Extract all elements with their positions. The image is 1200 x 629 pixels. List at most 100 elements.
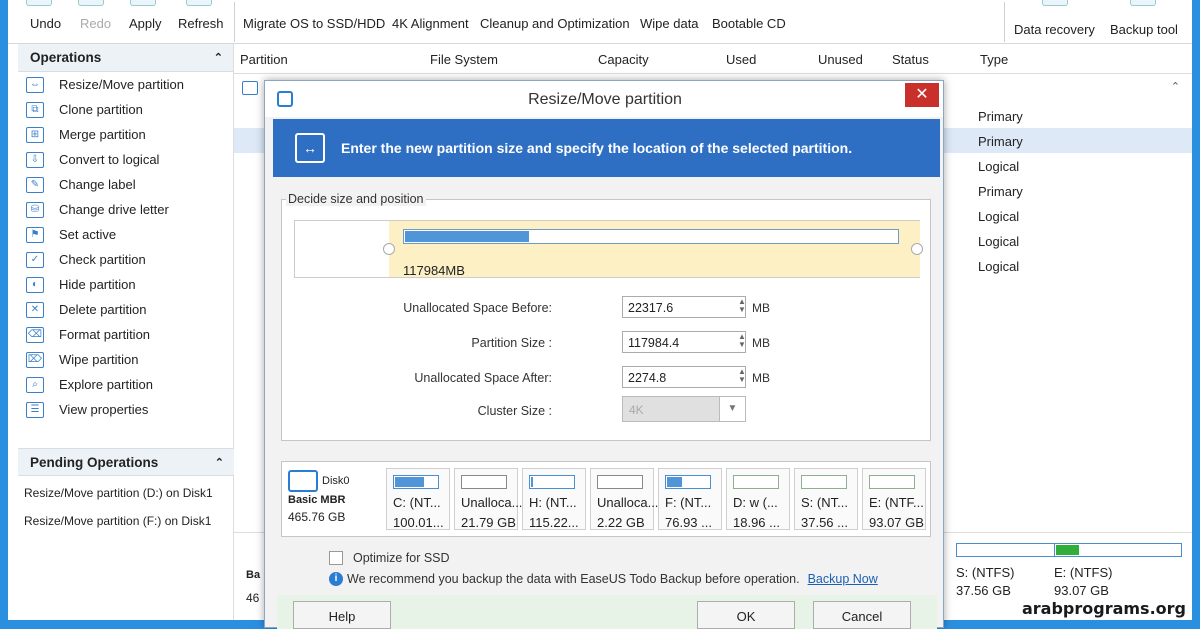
partition-block[interactable]: H: (NT... 115.22... — [522, 468, 586, 530]
group-label: Decide size and position — [286, 192, 426, 206]
label-icon: ✎ — [26, 176, 44, 193]
operation-label: Set active — [59, 227, 117, 242]
pending-item[interactable]: Resize/Move partition (D:) on Disk1 — [18, 482, 234, 504]
unallocated-block[interactable]: Unalloca... 21.79 GB — [454, 468, 522, 530]
disk-kind: Basic MBR — [288, 494, 346, 506]
partition-size: 37.56 ... — [801, 515, 848, 530]
pending-header[interactable]: Pending Operations ⌃ — [18, 448, 234, 476]
partition-size: 115.22... — [529, 515, 579, 530]
dialog-titlebar: Resize/Move partition ✕ — [265, 81, 943, 117]
partition-label: Unalloca... — [461, 495, 523, 510]
unit-label: MB — [752, 371, 770, 385]
explore-icon: ⌕ — [26, 376, 44, 393]
help-button[interactable]: Help — [293, 601, 391, 629]
operation-hide[interactable]: ◐ Hide partition — [18, 272, 233, 297]
partition-size: 93.07 GB — [1054, 583, 1109, 598]
unallocated-block[interactable]: Unalloca... 2.22 GB — [590, 468, 658, 530]
operation-label: Change drive letter — [59, 202, 169, 217]
spinner-icon[interactable]: ▲ ▼ — [738, 298, 746, 314]
cleanup-button[interactable]: Cleanup and Optimization — [480, 16, 630, 31]
sidebar: Operations ⌃ ⇔ Resize/Move partition ⧉ Clon… — [18, 44, 234, 620]
pending-title: Pending Operations — [30, 454, 159, 470]
cancel-button[interactable]: Cancel — [813, 601, 911, 629]
size-label: Partition Size : — [471, 336, 552, 350]
bootable-cd-button[interactable]: Bootable CD — [712, 16, 786, 31]
before-input[interactable]: 22317.6 — [622, 296, 746, 318]
apply-button[interactable]: Apply — [129, 16, 162, 31]
col-unused[interactable]: Unused — [818, 52, 863, 67]
collapse-icon[interactable]: ⌃ — [214, 51, 223, 64]
col-capacity[interactable]: Capacity — [598, 52, 649, 67]
undo-button[interactable]: Undo — [30, 16, 61, 31]
size-input[interactable]: 117984.4 — [622, 331, 746, 353]
disk-name: Disk0 — [322, 474, 350, 487]
operation-convert[interactable]: ⇩ Convert to logical — [18, 147, 233, 172]
backup-now-link[interactable]: Backup Now — [808, 572, 878, 586]
col-status[interactable]: Status — [892, 52, 929, 67]
operation-label: Wipe partition — [59, 352, 139, 367]
partition-block[interactable]: C: (NT... 100.01... — [386, 468, 450, 530]
operation-merge[interactable]: ⊞ Merge partition — [18, 122, 233, 147]
partition-label: E: (NTF... — [869, 495, 924, 510]
size-position-group: Decide size and position 117984MB Unallo… — [281, 192, 932, 441]
collapse-icon[interactable]: ⌃ — [215, 456, 224, 469]
operation-label: Check partition — [59, 252, 146, 267]
backup-tool-button[interactable]: Backup tool — [1110, 22, 1178, 37]
col-type[interactable]: Type — [980, 52, 1008, 67]
operation-resize[interactable]: ⇔ Resize/Move partition — [18, 72, 233, 97]
partition-block[interactable]: E: (NTF... 93.07 GB — [862, 468, 926, 530]
partition-block[interactable]: D: w (... 18.96 ... — [726, 468, 790, 530]
cluster-row: Cluster Size : 4K ▼ — [282, 396, 932, 424]
operation-drive-letter[interactable]: ⛁ Change drive letter — [18, 197, 233, 222]
unit-label: MB — [752, 336, 770, 350]
refresh-button[interactable]: Refresh — [178, 16, 224, 31]
disk-size-partial: 46 — [246, 591, 260, 605]
operation-flag[interactable]: ⚑ Set active — [18, 222, 233, 247]
wipe-data-button[interactable]: Wipe data — [640, 16, 699, 31]
partition-label: S: (NTFS) — [956, 565, 1015, 580]
drive-letter-icon: ⛁ — [26, 201, 44, 218]
scroll-up-icon[interactable]: ⌃ — [1171, 80, 1180, 93]
left-resize-handle[interactable] — [383, 243, 395, 255]
close-button[interactable]: ✕ — [905, 83, 939, 107]
pending-item[interactable]: Resize/Move partition (F:) on Disk1 — [18, 510, 234, 532]
disk-icon — [288, 470, 318, 492]
spinner-icon[interactable]: ▲ ▼ — [738, 368, 746, 384]
optimize-ssd-checkbox[interactable] — [329, 551, 343, 565]
col-used[interactable]: Used — [726, 52, 756, 67]
operation-delete[interactable]: ✕ Delete partition — [18, 297, 233, 322]
operation-clone[interactable]: ⧉ Clone partition — [18, 97, 233, 122]
type-cell: Logical — [978, 234, 1020, 249]
usage-bar — [1054, 543, 1182, 557]
apply-icon — [130, 0, 156, 6]
partition-block[interactable]: F: (NT... 76.93 ... — [658, 468, 722, 530]
partition-block[interactable]: S: (NT... 37.56 ... — [794, 468, 858, 530]
right-resize-handle[interactable] — [911, 243, 923, 255]
operation-label[interactable]: ✎ Change label — [18, 172, 233, 197]
table-header: Partition File System Capacity Used Unus… — [234, 44, 1192, 74]
after-input[interactable]: 2274.8 — [622, 366, 746, 388]
col-filesystem[interactable]: File System — [430, 52, 498, 67]
4k-alignment-button[interactable]: 4K Alignment — [392, 16, 469, 31]
usage-fill — [405, 231, 529, 242]
operation-properties[interactable]: ☰ View properties — [18, 397, 233, 422]
col-partition[interactable]: Partition — [240, 52, 288, 67]
partition-size: 37.56 GB — [956, 583, 1011, 598]
operation-check[interactable]: ✓ Check partition — [18, 247, 233, 272]
toolbar-divider — [234, 2, 235, 42]
disk-info: Disk0 Basic MBR 465.76 GB — [288, 470, 376, 524]
operation-format[interactable]: ⌫ Format partition — [18, 322, 233, 347]
partition-block[interactable]: 117984MB — [389, 221, 920, 278]
migrate-os-button[interactable]: Migrate OS to SSD/HDD — [243, 16, 385, 31]
ok-button[interactable]: OK — [697, 601, 795, 629]
operation-label: Change label — [59, 177, 136, 192]
operation-eraser[interactable]: ⌦ Wipe partition — [18, 347, 233, 372]
resize-arrows-icon: ↔ — [295, 133, 325, 163]
redo-button[interactable]: Redo — [80, 16, 111, 31]
operations-header[interactable]: Operations ⌃ — [18, 44, 233, 72]
spinner-icon[interactable]: ▲ ▼ — [738, 333, 746, 349]
convert-icon: ⇩ — [26, 151, 44, 168]
partition-label: C: (NT... — [393, 495, 441, 510]
operation-explore[interactable]: ⌕ Explore partition — [18, 372, 233, 397]
data-recovery-button[interactable]: Data recovery — [1014, 22, 1095, 37]
